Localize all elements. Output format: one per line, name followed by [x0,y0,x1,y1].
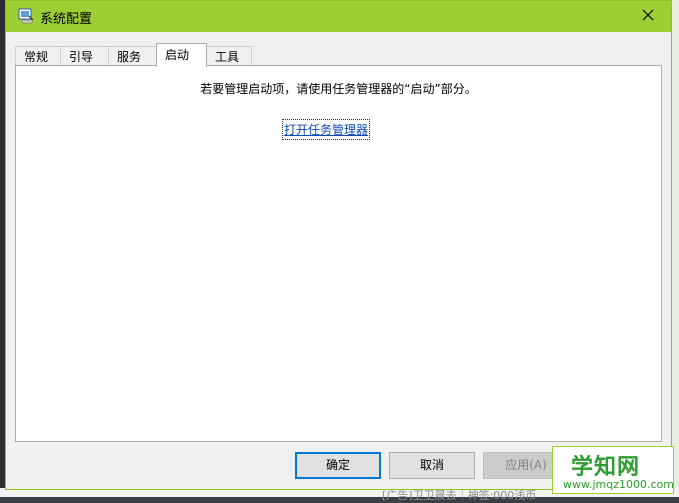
title-bar[interactable]: 系统配置 [6,1,671,32]
open-task-manager-link[interactable]: 打开任务管理器 [281,119,371,140]
tab-services[interactable]: 服务 [108,46,157,66]
desktop-background-right [672,0,679,497]
startup-message: 若要管理启动项，请使用任务管理器的“启动”部分。 [200,82,477,96]
site-watermark: 学知网 www.jmqz1000.com [552,446,674,494]
tab-strip: 常规 引导 服务 启动 工具 [15,42,252,67]
tab-startup[interactable]: 启动 [156,43,207,67]
watermark-url: www.jmqz1000.com [563,478,674,491]
tab-boot[interactable]: 引导 [60,46,109,66]
close-button[interactable] [625,1,671,32]
ok-button[interactable]: 确定 [295,452,381,479]
tab-tools[interactable]: 工具 [206,46,252,66]
startup-tab-panel: 若要管理启动项，请使用任务管理器的“启动”部分。 打开任务管理器 [15,65,662,442]
system-configuration-window: 系统配置 常规 引导 服务 启动 工具 若要管理启动项，请使用任务管理器的“启动… [5,0,672,490]
tab-general[interactable]: 常规 [15,46,61,66]
window-title: 系统配置 [40,12,93,27]
watermark-title: 学知网 [571,455,641,480]
close-icon [642,9,654,24]
cancel-button[interactable]: 取消 [389,452,475,479]
msconfig-icon [18,8,34,24]
